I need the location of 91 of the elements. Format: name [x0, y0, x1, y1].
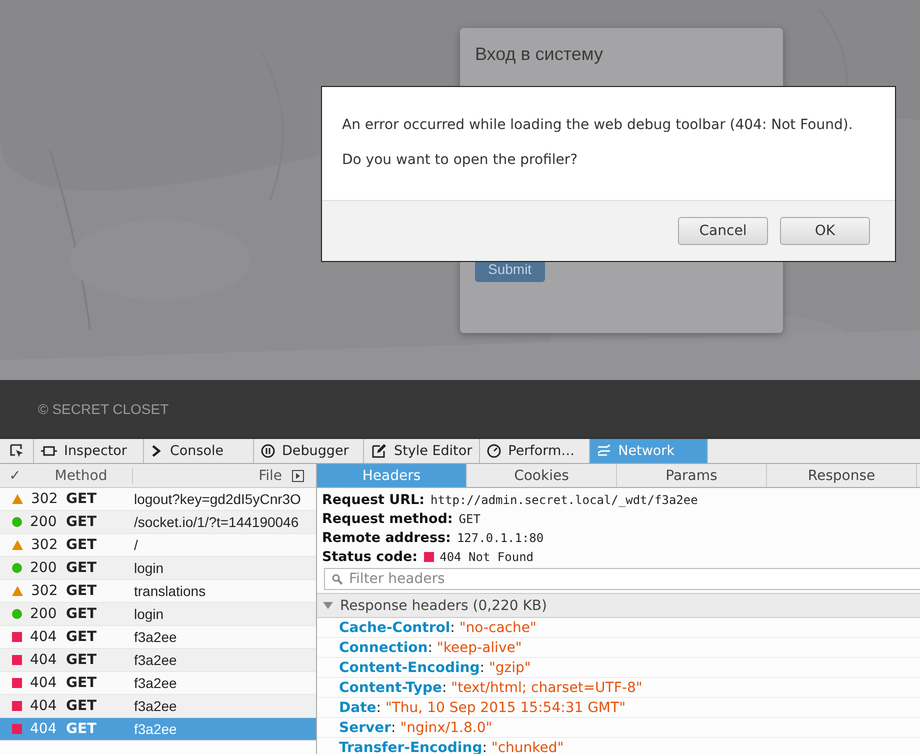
warning-triangle-icon	[12, 494, 23, 504]
devtools-tab[interactable]: Inspector	[34, 439, 144, 463]
status-code: 404	[30, 652, 57, 668]
ok-button[interactable]: OK	[780, 217, 870, 245]
status-code: 404	[30, 629, 57, 645]
warning-triangle-icon	[12, 586, 23, 596]
edit-icon	[371, 443, 387, 459]
status-dot-icon	[12, 609, 22, 619]
detail-tab[interactable]: Params	[617, 464, 767, 487]
method-text: GET	[66, 537, 98, 553]
method-text: GET	[66, 514, 98, 530]
expand-triangle-icon	[323, 602, 333, 610]
status-code: 302	[31, 583, 58, 599]
method-text: GET	[66, 560, 98, 576]
status-code: 200	[30, 560, 57, 576]
detail-tab[interactable]: Cookies	[467, 464, 617, 487]
file-name: f3a2ee	[133, 652, 178, 668]
method-text: GET	[66, 606, 98, 622]
request-row[interactable]: 404 GET f3a2ee	[0, 649, 316, 672]
error-square-icon	[12, 701, 22, 711]
header-entry: Server: "nginx/1.8.0"	[339, 720, 492, 736]
cancel-button[interactable]: Cancel	[678, 217, 768, 245]
status-dot-icon	[12, 517, 22, 527]
section-header[interactable]: Response headers (0,220 KB)	[317, 593, 920, 618]
error-square-icon	[12, 632, 22, 642]
header-entry: Date: "Thu, 10 Sep 2015 15:54:31 GMT"	[339, 700, 626, 716]
filter-field[interactable]: Filter headers	[324, 568, 920, 590]
login-title: Вход в систему	[475, 44, 603, 65]
status-code: 404	[30, 675, 57, 691]
status-code: 200	[30, 606, 57, 622]
file-name: f3a2ee	[133, 721, 178, 737]
panel-toggle-icon[interactable]	[292, 470, 304, 482]
status-code: 404	[30, 721, 57, 737]
summary-label: Status code:	[322, 548, 418, 564]
status-code: 302	[31, 491, 58, 507]
method-text: GET	[66, 675, 98, 691]
network-icon	[597, 444, 612, 458]
summary-value: http://admin.secret.local/_wdt/f3a2ee	[430, 492, 698, 506]
file-name: translations	[133, 583, 207, 599]
request-row[interactable]: 200 GET /socket.io/1/?t=144190046	[0, 511, 316, 534]
file-name: f3a2ee	[133, 629, 178, 645]
devtools-tab[interactable]: Style Editor	[364, 439, 480, 463]
pause-icon	[261, 444, 275, 458]
method-text: GET	[66, 629, 98, 645]
detail-tab[interactable]: Response	[767, 464, 917, 487]
summary-value: 127.0.1.1:80	[456, 530, 544, 544]
chevron-icon	[151, 444, 163, 458]
method-text: GET	[66, 698, 98, 714]
status-code: 302	[31, 537, 58, 553]
header-entry: Cache-Control: "no-cache"	[339, 620, 536, 636]
file-name: f3a2ee	[133, 675, 178, 691]
footer-text: © SECRET CLOSET	[38, 400, 169, 416]
summary-label: Remote address:	[322, 530, 451, 546]
error-square-icon	[12, 655, 22, 665]
summary-label: Request method:	[322, 510, 453, 526]
inspector-icon	[41, 444, 57, 458]
file-name: /	[133, 537, 139, 553]
file-name: /socket.io/1/?t=144190046	[133, 514, 300, 530]
file-name: f3a2ee	[133, 698, 178, 714]
file-name: login	[133, 560, 165, 576]
method-text: GET	[66, 583, 98, 599]
request-row[interactable]: 200 GET login	[0, 603, 316, 626]
devtools-tab[interactable]: Console	[144, 439, 254, 463]
error-message: An error occurred while loading the web debug toolbar (404: Not Found).	[342, 117, 854, 133]
error-square-icon	[424, 552, 434, 562]
file-name: login	[133, 606, 165, 622]
summary-value: GET	[458, 512, 480, 526]
request-row[interactable]: 200 GET login	[0, 557, 316, 580]
summary-label: Request URL:	[322, 492, 425, 508]
header-entry: Content-Type: "text/html; charset=UTF-8"	[339, 680, 642, 696]
method-text: GET	[66, 491, 98, 507]
status-code: 200	[30, 514, 57, 530]
method-text: GET	[66, 721, 98, 737]
request-row[interactable]: 404 GET f3a2ee	[0, 695, 316, 718]
header-entry: Content-Encoding: "gzip"	[339, 660, 531, 676]
error-square-icon	[12, 724, 22, 734]
column-header[interactable]: Method	[30, 468, 133, 484]
search-icon	[332, 574, 343, 585]
status-code: 404	[30, 698, 57, 714]
method-text: GET	[66, 652, 98, 668]
summary-value: 404 Not Found	[440, 550, 534, 564]
devtools-tab[interactable]: Debugger	[254, 439, 364, 463]
column-header[interactable]: File	[133, 468, 292, 484]
file-name: logout?key=gd2dI5yCnr3O	[133, 491, 302, 507]
gauge-icon	[487, 444, 502, 458]
warning-triangle-icon	[12, 540, 23, 550]
question-text: Do you want to open the profiler?	[342, 152, 579, 168]
header-entry: Connection: "keep-alive"	[339, 640, 522, 656]
status-dot-icon	[12, 563, 22, 573]
checkmark-header: ✓	[8, 468, 22, 484]
error-square-icon	[12, 678, 22, 688]
